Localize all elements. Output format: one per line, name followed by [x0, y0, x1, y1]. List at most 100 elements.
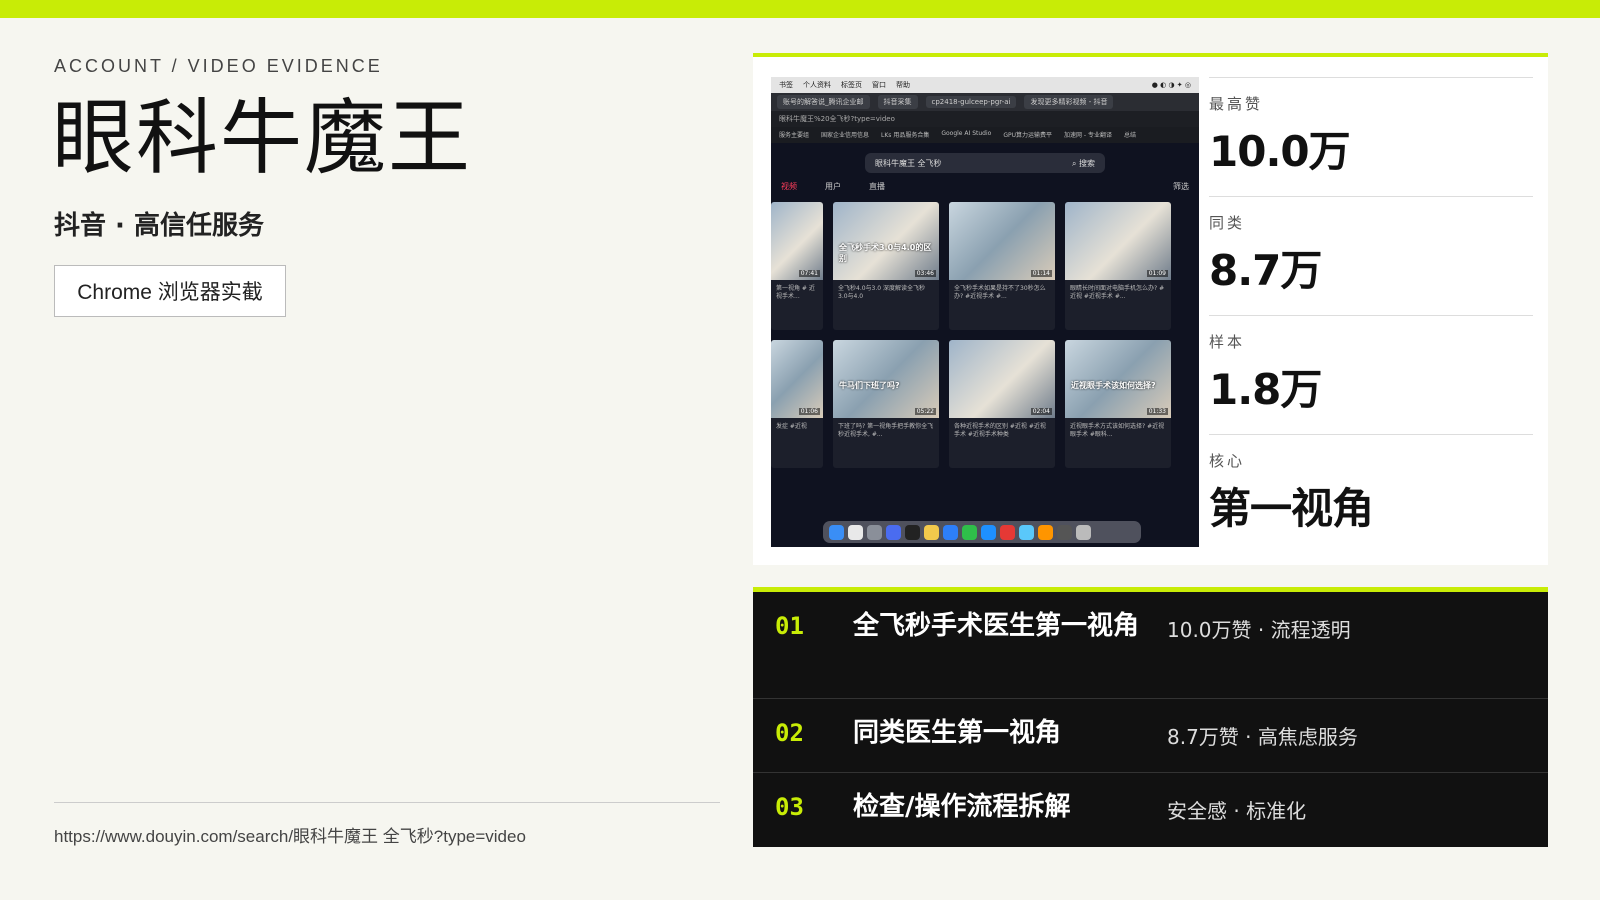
video-thumbnail: 07:41	[771, 202, 823, 280]
video-caption: 全飞秒手术如果是持不了30秒怎么办? #近视手术 #...	[954, 285, 1046, 301]
item-number: 01	[775, 612, 804, 640]
video-card: 01:14 全飞秒手术如果是持不了30秒怎么办? #近视手术 #...	[949, 202, 1055, 330]
menubar-item: 帮助	[896, 81, 910, 89]
video-thumbnail: 牛马们下班了吗? 05:22	[833, 340, 939, 418]
item-title: 同类医生第一视角	[853, 718, 1062, 748]
chrome-icon	[924, 524, 939, 540]
metric-value: 8.7万	[1209, 246, 1322, 295]
wps-icon	[1000, 524, 1015, 540]
filter-button: 筛选	[1173, 182, 1189, 191]
item-number: 03	[775, 793, 804, 821]
metric-label: 核心	[1209, 452, 1246, 470]
browser-tab: cp2418-gulceep-pgr-ai	[925, 96, 1017, 108]
video-caption: 下班了吗? 第一视角手把手教你全飞秒近视手术, #...	[838, 423, 934, 439]
app-icon	[1038, 524, 1053, 540]
terminal-icon	[905, 524, 920, 540]
address-bar: 眼科牛魔王%20全飞秒?type=video	[771, 111, 1199, 127]
item-title: 检查/操作流程拆解	[853, 792, 1071, 822]
metric-similar: 同类 8.7万	[1209, 196, 1533, 315]
metric-label: 样本	[1209, 333, 1246, 351]
video-thumbnail: 01:14	[949, 202, 1055, 280]
video-card: 02:04 各种近视手术的区别 #近视 #近视手术 #近视手术种类	[949, 340, 1055, 468]
footer-divider	[54, 802, 720, 803]
list-item: 02 同类医生第一视角 8.7万赞 · 高焦虑服务	[753, 699, 1548, 773]
item-meta: 安全感 · 标准化	[1167, 799, 1307, 823]
video-card: 近视眼手术该如何选择? 01:33 近视眼手术方式该如何选择? #近视眼手术 #眼…	[1065, 340, 1171, 468]
tab-live: 直播	[869, 182, 885, 191]
item-title: 全飞秒手术医生第一视角	[853, 611, 1140, 641]
tab-video: 视频	[781, 182, 797, 191]
bookmark-item: 国家企业信用信息	[821, 132, 870, 139]
metric-label: 最高赞	[1209, 95, 1264, 113]
menubar-item: 窗口	[872, 81, 886, 89]
list-item: 03 检查/操作流程拆解 安全感 · 标准化	[753, 773, 1548, 847]
browser-screenshot: 书签 个人资料 标签页 窗口 帮助 ● ◐ ◑ ✦ ◎ 账号的解答说_腾讯企业邮…	[771, 77, 1199, 547]
menubar-item: 个人资料	[803, 81, 831, 89]
menubar-item: 书签	[779, 81, 793, 89]
bookmarks-bar: 服务主要组 国家企业信用信息 LKs 用品服务合集 Google AI Stud…	[771, 127, 1199, 143]
video-card: 01:09 眼睛长时间面对电脑手机怎么办? #近视 #近视手术 #...	[1065, 202, 1171, 330]
bookmark-item: 总结	[1123, 132, 1136, 139]
metric-sample: 样本 1.8万	[1209, 315, 1533, 434]
bookmark-item: 服务主要组	[779, 132, 810, 139]
search-button: ⌕ 搜索	[1071, 158, 1095, 168]
app-icon	[981, 524, 996, 540]
menubar-status-icons: ● ◐ ◑ ✦ ◎	[1151, 81, 1191, 89]
douyin-search-box: 眼科牛魔王 全飞秒 ⌕ 搜索	[865, 153, 1105, 173]
source-url[interactable]: https://www.douyin.com/search/眼科牛魔王 全飞秒?…	[54, 822, 526, 847]
settings-icon	[867, 524, 882, 540]
metric-top-likes: 最高赞 10.0万	[1209, 77, 1533, 196]
evidence-card: 书签 个人资料 标签页 窗口 帮助 ● ◐ ◑ ✦ ◎ 账号的解答说_腾讯企业邮…	[753, 53, 1548, 565]
item-meta: 8.7万赞 · 高焦虑服务	[1167, 725, 1358, 749]
ranked-list: 01 全飞秒手术医生第一视角 10.0万赞 · 流程透明 02 同类医生第一视角…	[753, 587, 1548, 847]
video-thumbnail: 01:09	[1065, 202, 1171, 280]
browser-tab: 账号的解答说_腾讯企业邮	[777, 95, 870, 109]
metric-core: 核心 第一视角	[1209, 434, 1533, 553]
metric-label: 同类	[1209, 214, 1246, 232]
app-icon	[1019, 524, 1034, 540]
list-item: 01 全飞秒手术医生第一视角 10.0万赞 · 流程透明	[753, 592, 1548, 699]
finder-icon	[829, 524, 844, 540]
douyin-tabs: 视频 用户 直播 筛选	[771, 173, 1199, 192]
mac-dock	[823, 521, 1141, 543]
app-icon	[943, 524, 958, 540]
bookmark-item: Google AI Studio	[941, 130, 992, 137]
metrics-panel: 最高赞 10.0万 同类 8.7万 样本 1.8万 核心 第一视角	[1209, 77, 1533, 553]
page-title: 眼科牛魔王	[52, 91, 473, 186]
launchpad-icon	[848, 524, 863, 540]
video-card: 01:06 发症 #近视	[771, 340, 823, 468]
page-subtitle: 抖音 · 高信任服务	[54, 211, 264, 241]
video-caption: 发症 #近视	[776, 423, 807, 430]
bookmark-item: GPU算力运输费平	[1003, 132, 1052, 139]
wechat-icon	[962, 524, 977, 540]
video-card: 07:41 第一视角 # 近视手术...	[771, 202, 823, 330]
accent-top-bar	[0, 0, 1600, 18]
menubar-item: 标签页	[841, 81, 862, 89]
app-icon	[886, 524, 901, 540]
video-thumbnail: 近视眼手术该如何选择? 01:33	[1065, 340, 1171, 418]
video-caption: 眼睛长时间面对电脑手机怎么办? #近视 #近视手术 #...	[1070, 285, 1165, 301]
bookmark-item: LKs 用品服务合集	[881, 132, 930, 139]
source-tag: Chrome 浏览器实截	[54, 265, 286, 317]
video-caption: 近视眼手术方式该如何选择? #近视眼手术 #眼科...	[1070, 423, 1165, 439]
mac-menubar: 书签 个人资料 标签页 窗口 帮助 ● ◐ ◑ ✦ ◎	[771, 77, 1199, 93]
search-text: 眼科牛魔王 全飞秒	[875, 158, 942, 168]
video-card: 全飞秒手术3.0与4.0的区别 03:46 全飞秒4.0与3.0 深度解读全飞秒3…	[833, 202, 939, 330]
video-grid: 07:41 第一视角 # 近视手术... 全飞秒手术3.0与4.0的区别 03:4…	[771, 192, 1199, 468]
video-caption: 各种近视手术的区别 #近视 #近视手术 #近视手术种类	[954, 423, 1046, 439]
item-number: 02	[775, 719, 804, 747]
metric-value: 10.0万	[1209, 127, 1351, 176]
video-caption: 第一视角 # 近视手术...	[776, 285, 815, 301]
video-thumbnail: 02:04	[949, 340, 1055, 418]
eyebrow-label: ACCOUNT / VIDEO EVIDENCE	[54, 56, 383, 76]
browser-tabs: 账号的解答说_腾讯企业邮 抖音采集 cp2418-gulceep-pgr-ai …	[771, 93, 1199, 111]
trash-icon	[1076, 524, 1091, 540]
metric-value: 1.8万	[1209, 365, 1322, 414]
video-caption: 全飞秒4.0与3.0 深度解读全飞秒3.0与4.0	[838, 285, 925, 301]
video-card: 牛马们下班了吗? 05:22 下班了吗? 第一视角手把手教你全飞秒近视手术, #.…	[833, 340, 939, 468]
app-icon	[1057, 524, 1072, 540]
tab-user: 用户	[825, 182, 841, 191]
metric-value: 第一视角	[1209, 484, 1374, 533]
bookmark-item: 加速网 - 专业翻译	[1063, 132, 1112, 139]
browser-tab: 抖音采集	[877, 95, 918, 109]
